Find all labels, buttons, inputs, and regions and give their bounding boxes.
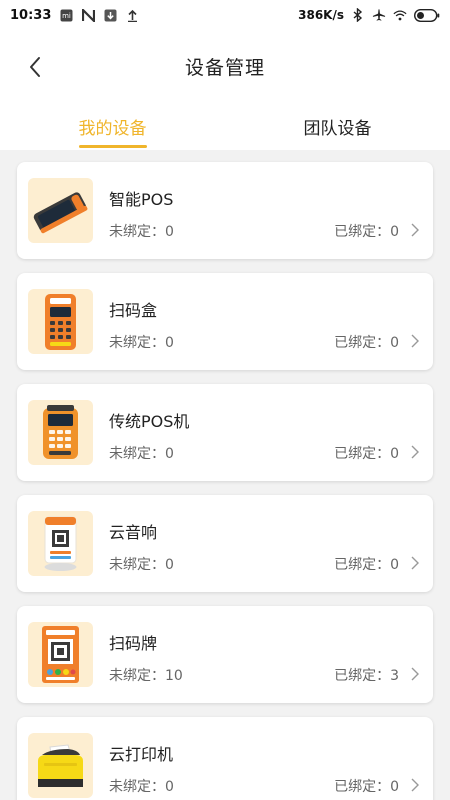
bound-count: 已绑定：0 xyxy=(334,335,399,351)
download-icon xyxy=(103,8,117,22)
airplane-icon xyxy=(372,8,386,22)
network-speed: 386K/s xyxy=(298,8,344,22)
bound-count: 已绑定：0 xyxy=(334,224,399,240)
wifi-icon xyxy=(393,8,407,22)
device-tabs: 我的设备 团队设备 xyxy=(0,102,450,150)
mi-notification-icon: mi xyxy=(59,8,73,22)
device-name: 扫码盒 xyxy=(109,301,158,320)
device-card-qr-stand[interactable]: 扫码牌 未绑定：10 已绑定：3 xyxy=(17,606,433,703)
device-name: 扫码牌 xyxy=(109,634,158,653)
device-list: 智能POS 未绑定：0 已绑定：0 扫码盒 未绑定：0 已绑定：0 传统POS机… xyxy=(0,150,450,800)
chevron-right-icon xyxy=(411,334,419,348)
n-app-icon xyxy=(81,8,95,22)
cloud-printer-icon xyxy=(28,733,93,798)
status-time: 10:33 xyxy=(10,7,52,23)
chevron-right-icon xyxy=(411,556,419,570)
bound-count: 已绑定：0 xyxy=(334,446,399,462)
bound-count: 已绑定：0 xyxy=(334,779,399,795)
chevron-left-icon xyxy=(30,57,40,77)
unbound-count: 未绑定：0 xyxy=(109,557,174,573)
scan-box-icon xyxy=(28,289,93,354)
traditional-pos-icon xyxy=(28,400,93,465)
bound-count: 已绑定：0 xyxy=(334,557,399,573)
device-card-cloud-printer[interactable]: 云打印机 未绑定：0 已绑定：0 xyxy=(17,717,433,800)
device-name: 智能POS xyxy=(109,190,174,209)
device-card-cloud-speaker[interactable]: 云音响 未绑定：0 已绑定：0 xyxy=(17,495,433,592)
chevron-right-icon xyxy=(411,667,419,681)
tab-label: 我的设备 xyxy=(78,118,147,139)
chevron-right-icon xyxy=(411,778,419,792)
chevron-right-icon xyxy=(411,223,419,237)
device-name: 云音响 xyxy=(109,523,158,542)
page-title: 设备管理 xyxy=(184,56,265,79)
battery-icon xyxy=(414,8,440,22)
device-card-traditional-pos[interactable]: 传统POS机 未绑定：0 已绑定：0 xyxy=(17,384,433,481)
unbound-count: 未绑定：0 xyxy=(109,779,174,795)
cloud-speaker-icon xyxy=(28,511,93,576)
qr-stand-icon xyxy=(28,622,93,687)
app-header: 设备管理 xyxy=(0,30,450,102)
tab-my-devices[interactable]: 我的设备 xyxy=(0,102,225,150)
chevron-right-icon xyxy=(411,445,419,459)
svg-text:mi: mi xyxy=(62,12,71,20)
back-button[interactable] xyxy=(18,50,52,84)
tab-active-indicator xyxy=(78,145,147,148)
unbound-count: 未绑定：0 xyxy=(109,224,174,240)
unbound-count: 未绑定：0 xyxy=(109,446,174,462)
device-name: 云打印机 xyxy=(109,745,174,764)
device-card-scan-box[interactable]: 扫码盒 未绑定：0 已绑定：0 xyxy=(17,273,433,370)
bluetooth-icon xyxy=(351,8,365,22)
device-name: 传统POS机 xyxy=(109,412,190,431)
status-bar: 10:33 mi 386K/s xyxy=(0,0,450,30)
tab-team-devices[interactable]: 团队设备 xyxy=(225,102,450,150)
tab-label: 团队设备 xyxy=(303,118,372,139)
smart-pos-icon xyxy=(28,178,93,243)
bound-count: 已绑定：3 xyxy=(334,668,399,684)
unbound-count: 未绑定：10 xyxy=(109,668,183,684)
upload-icon xyxy=(125,8,139,22)
unbound-count: 未绑定：0 xyxy=(109,335,174,351)
device-card-smart-pos[interactable]: 智能POS 未绑定：0 已绑定：0 xyxy=(17,162,433,259)
